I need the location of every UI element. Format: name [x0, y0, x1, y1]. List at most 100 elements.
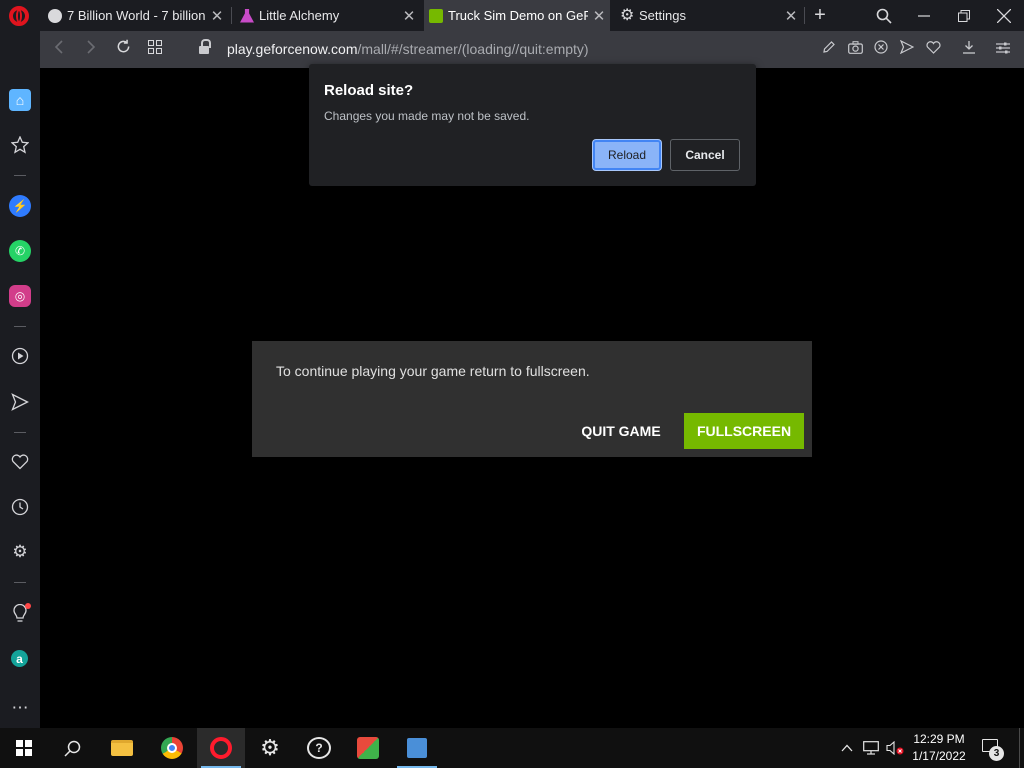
player-icon[interactable] — [9, 345, 31, 367]
installer-icon — [407, 738, 427, 758]
more-icon[interactable]: ⋯ — [9, 697, 31, 719]
settings-app-button[interactable]: ⚙ — [246, 728, 294, 768]
tiles-button[interactable] — [144, 39, 166, 61]
flow-button[interactable] — [898, 39, 916, 58]
back-icon — [54, 40, 63, 54]
adblock-button[interactable] — [872, 40, 890, 58]
url-host: play.geforcenow.com — [227, 41, 358, 57]
flask-icon — [240, 8, 254, 23]
start-button[interactable] — [0, 728, 48, 768]
nvidia-icon — [429, 8, 443, 23]
history-icon[interactable] — [9, 496, 31, 518]
show-hidden-icons-button[interactable] — [838, 728, 856, 768]
close-icon[interactable]: ✕ — [206, 7, 228, 25]
edit-button[interactable] — [820, 40, 838, 58]
get-help-button[interactable]: ? — [295, 728, 343, 768]
sidebar-divider — [14, 432, 26, 433]
screen: 7 Billion World - 7 billion p ✕ Little A… — [0, 0, 1024, 768]
send-icon — [899, 39, 915, 55]
block-icon — [874, 40, 888, 54]
search-tabs-button[interactable] — [864, 0, 904, 31]
app-button[interactable] — [344, 728, 392, 768]
network-icon — [863, 741, 879, 755]
url-path: /mall/#/streamer/(loading//quit:empty) — [357, 41, 589, 57]
camera-icon — [847, 41, 863, 54]
reload-icon — [117, 39, 129, 53]
tab-title: Settings — [639, 8, 686, 23]
clock-date: 1/17/2022 — [912, 749, 966, 763]
heart-icon[interactable] — [9, 451, 31, 473]
quit-game-button[interactable]: QUIT GAME — [570, 413, 672, 449]
reload-site-dialog: Reload site? Changes you made may not be… — [309, 64, 756, 186]
restore-button[interactable] — [944, 0, 984, 31]
gear-icon: ⚙ — [260, 735, 280, 760]
prompt-message: To continue playing your game return to … — [276, 363, 590, 379]
tab-truck-sim-demo[interactable]: Truck Sim Demo on GeFor ✕ — [424, 0, 610, 31]
sidebar-divider — [14, 175, 26, 176]
cancel-button[interactable]: Cancel — [670, 139, 740, 171]
lightbulb-icon[interactable] — [9, 603, 31, 625]
pencil-icon — [823, 41, 835, 53]
back-button[interactable] — [48, 39, 70, 61]
close-icon[interactable]: ✕ — [398, 7, 420, 25]
lock-icon[interactable] — [199, 39, 211, 55]
search-icon — [63, 740, 80, 757]
gear-icon: ⚙ — [620, 6, 635, 24]
tab-7-billion-world[interactable]: 7 Billion World - 7 billion p ✕ — [44, 0, 228, 31]
url-field[interactable]: play.geforcenow.com/mall/#/streamer/(loa… — [227, 41, 589, 57]
cube-icon — [357, 737, 379, 759]
instagram-icon[interactable]: ◎ — [9, 285, 31, 307]
fullscreen-button[interactable]: FULLSCREEN — [684, 413, 804, 449]
opera-sidebar: ⌂ ⚡ ✆ ◎ ⚙ a ⋯ — [0, 31, 40, 728]
minimize-button[interactable] — [904, 0, 944, 31]
new-tab-button[interactable]: + — [809, 4, 831, 26]
download-icon — [963, 41, 975, 54]
forward-icon — [87, 40, 96, 54]
installer-button[interactable] — [393, 728, 441, 768]
windows-taskbar: ⚙ ? 12:29 PM 1/17/2022 3 — [0, 728, 1024, 768]
reload-confirm-button[interactable]: Reload — [593, 140, 661, 170]
action-center-button[interactable]: 3 — [980, 737, 1004, 761]
help-icon: ? — [307, 737, 331, 759]
easy-setup-button[interactable] — [994, 40, 1012, 58]
snapshot-button[interactable] — [846, 40, 864, 58]
file-explorer-button[interactable] — [98, 728, 146, 768]
tab-title: 7 Billion World - 7 billion p — [67, 8, 206, 23]
close-icon[interactable]: ✕ — [588, 7, 610, 25]
close-icon — [996, 8, 1012, 24]
clock[interactable]: 12:29 PM 1/17/2022 — [905, 731, 973, 765]
minimize-icon — [918, 15, 930, 17]
network-button[interactable] — [860, 728, 882, 768]
search-button[interactable] — [48, 728, 96, 768]
tab-settings[interactable]: ⚙ Settings ✕ — [616, 0, 802, 31]
aria-icon[interactable]: a — [11, 650, 28, 667]
show-desktop-button[interactable] — [1019, 728, 1024, 768]
restore-icon — [958, 10, 970, 23]
clock-time: 12:29 PM — [913, 732, 965, 746]
forward-button[interactable] — [80, 39, 102, 61]
flow-icon[interactable] — [9, 391, 31, 413]
bookmarks-icon[interactable] — [9, 134, 31, 156]
volume-button[interactable] — [884, 728, 906, 768]
tab-divider — [804, 7, 805, 24]
tab-title: Truck Sim Demo on GeFor — [448, 8, 588, 23]
windows-icon — [16, 740, 32, 756]
notification-count: 3 — [989, 746, 1004, 761]
opera-menu-icon[interactable] — [9, 6, 29, 26]
reload-button[interactable] — [112, 39, 134, 61]
downloads-button[interactable] — [960, 40, 978, 58]
opera-button[interactable] — [197, 728, 245, 768]
close-icon[interactable]: ✕ — [780, 7, 802, 25]
address-bar: play.geforcenow.com/mall/#/streamer/(loa… — [40, 31, 1024, 68]
home-icon[interactable]: ⌂ — [9, 89, 31, 111]
sliders-icon — [996, 42, 1010, 54]
opera-icon — [210, 737, 232, 759]
globe-icon — [48, 8, 62, 23]
bookmark-heart-button[interactable] — [924, 40, 942, 58]
settings-icon[interactable]: ⚙ — [9, 541, 31, 563]
close-window-button[interactable] — [984, 0, 1024, 31]
chrome-button[interactable] — [148, 728, 196, 768]
tab-little-alchemy[interactable]: Little Alchemy ✕ — [236, 0, 420, 31]
whatsapp-icon[interactable]: ✆ — [9, 240, 31, 262]
messenger-icon[interactable]: ⚡ — [9, 195, 31, 217]
